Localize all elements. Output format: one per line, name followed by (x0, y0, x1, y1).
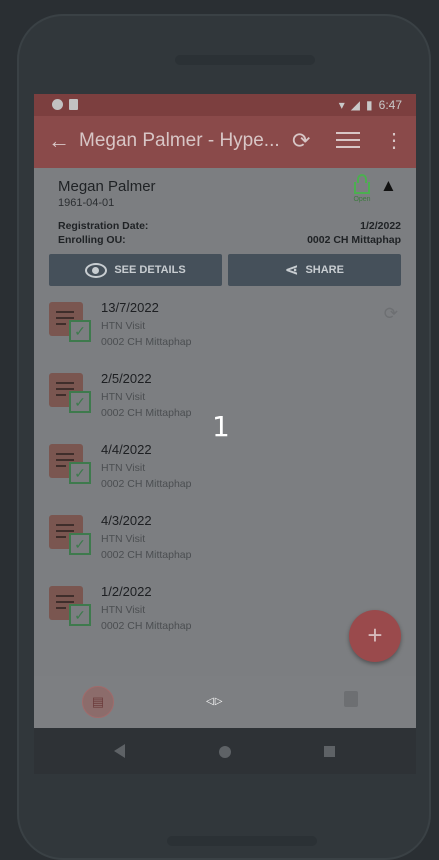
notification-icon (52, 99, 63, 110)
event-org-unit: 0002 CH Mittaphap (101, 336, 192, 348)
notes-tab-icon[interactable] (344, 691, 358, 707)
nav-back-icon[interactable] (114, 744, 125, 758)
battery-icon: ▮ (366, 98, 373, 112)
status-time: 6:47 (378, 98, 402, 112)
status-bar: ▾ ◢ ▮ 6:47 (34, 94, 416, 116)
event-org-unit: 0002 CH Mittaphap (101, 407, 192, 419)
page-title: Megan Palmer - Hype... (79, 130, 280, 151)
check-icon: ✓ (69, 533, 91, 555)
swipe-arrows-indicator: ◁▷ (206, 696, 224, 707)
eye-icon (85, 262, 108, 278)
registration-date-label: Registration Date: (58, 220, 149, 232)
sync-icon[interactable]: ⟳ (292, 128, 310, 154)
event-type: HTN Visit (101, 320, 146, 332)
check-icon: ✓ (69, 462, 91, 484)
step-number-overlay: 1 (212, 410, 230, 443)
event-date: 4/4/2022 (101, 442, 152, 457)
patient-dob: 1961-04-01 (58, 197, 115, 209)
check-icon: ✓ (69, 391, 91, 413)
lock-label: Open (353, 196, 371, 203)
back-arrow-icon[interactable]: ← (48, 128, 70, 154)
sync-status-icon[interactable]: ⟳ (384, 304, 398, 324)
event-program-icon: ✓ (49, 444, 91, 484)
see-details-button[interactable]: SEE DETAILS (49, 254, 222, 286)
event-org-unit: 0002 CH Mittaphap (101, 549, 192, 561)
nav-home-icon[interactable] (219, 746, 231, 758)
enrolling-ou-value: 0002 CH Mittaphap (307, 234, 401, 246)
event-date: 2/5/2022 (101, 371, 152, 386)
patient-name: Megan Palmer (58, 178, 156, 195)
wifi-icon: ▾ (338, 98, 345, 112)
event-type: HTN Visit (101, 462, 146, 474)
event-date: 4/3/2022 (101, 513, 152, 528)
enrolling-ou-label: Enrolling OU: (58, 234, 126, 246)
event-item[interactable]: ✓ 4/4/2022 HTN Visit 0002 CH Mittaphap (34, 438, 416, 500)
check-icon: ✓ (69, 604, 91, 626)
top-speaker (175, 55, 315, 65)
event-date: 13/7/2022 (101, 300, 159, 315)
warning-icon[interactable]: ▲ (380, 176, 397, 196)
event-type: HTN Visit (101, 391, 146, 403)
filter-icon[interactable] (336, 132, 360, 152)
sim-card-icon (69, 99, 78, 110)
lock-open-icon (354, 174, 370, 194)
share-icon: ⋖ (285, 262, 299, 279)
add-event-button[interactable]: + (349, 610, 401, 662)
share-button[interactable]: ⋖ SHARE (228, 254, 401, 286)
registration-date-value: 1/2/2022 (360, 220, 401, 232)
timeline-tab-icon[interactable]: ▤ (82, 686, 114, 718)
event-type: HTN Visit (101, 533, 146, 545)
event-item[interactable]: ✓ 4/3/2022 HTN Visit 0002 CH Mittaphap (34, 509, 416, 571)
event-org-unit: 0002 CH Mittaphap (101, 620, 192, 632)
see-details-label: SEE DETAILS (114, 264, 186, 276)
more-options-icon[interactable]: ⋮ (384, 128, 404, 153)
nav-recents-icon[interactable] (324, 746, 335, 757)
event-date: 1/2/2022 (101, 584, 152, 599)
event-program-icon: ✓ (49, 515, 91, 555)
event-program-icon: ✓ (49, 302, 91, 342)
event-org-unit: 0002 CH Mittaphap (101, 478, 192, 490)
signal-icon: ◢ (350, 98, 361, 112)
event-program-icon: ✓ (49, 373, 91, 413)
event-program-icon: ✓ (49, 586, 91, 626)
check-icon: ✓ (69, 320, 91, 342)
system-navigation-bar (34, 728, 416, 774)
app-bar: ← Megan Palmer - Hype... ⟳ ⋮ (34, 116, 416, 168)
event-type: HTN Visit (101, 604, 146, 616)
enrollment-status[interactable]: Open (351, 174, 373, 203)
share-label: SHARE (305, 264, 344, 276)
event-item[interactable]: ✓ 13/7/2022 HTN Visit 0002 CH Mittaphap … (34, 296, 416, 358)
bottom-speaker (167, 836, 317, 846)
bottom-navigation: ▤ ◁▷ (34, 676, 416, 728)
